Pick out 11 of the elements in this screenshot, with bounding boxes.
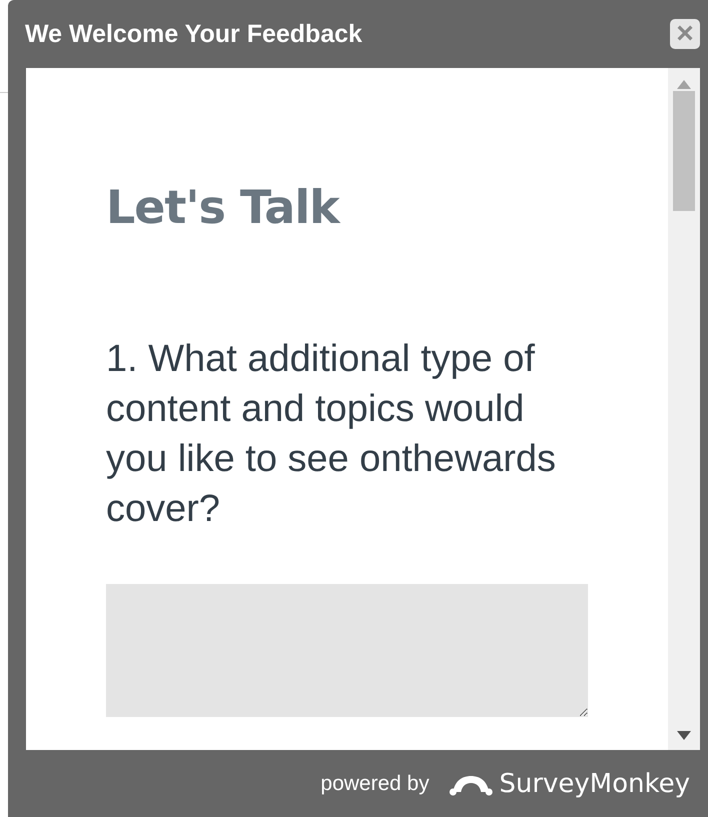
answer-box[interactable] — [106, 584, 588, 717]
survey-heading: Let's Talk — [106, 180, 342, 234]
powered-by-text: powered by — [320, 772, 430, 796]
close-button[interactable]: × — [670, 19, 700, 49]
scroll-thumb[interactable] — [673, 91, 695, 211]
scrollbar[interactable] — [668, 68, 700, 750]
question-text: 1. What additional type of content and topics would you like to see onthewards cover? — [106, 337, 557, 532]
dialog-title: We Welcome Your Feedback — [25, 20, 362, 48]
scroll-down-icon[interactable] — [677, 731, 691, 740]
brand-name: SurveyMonkey — [499, 768, 690, 798]
scroll-up-icon[interactable] — [677, 80, 691, 89]
